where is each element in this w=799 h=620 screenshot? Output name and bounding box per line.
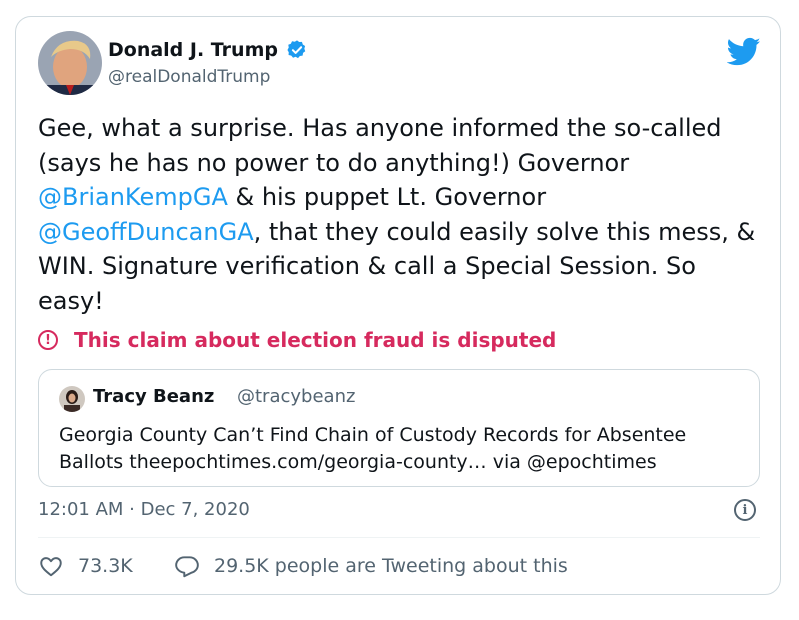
disputed-claim-label[interactable]: ! This claim about election fraud is dis… bbox=[38, 327, 556, 353]
verified-badge-icon bbox=[287, 40, 306, 59]
info-icon[interactable]: i bbox=[734, 499, 756, 521]
like-button[interactable]: 73.3K bbox=[38, 553, 133, 579]
quote-avatar[interactable] bbox=[59, 386, 85, 412]
author-name[interactable]: Donald J. Trump bbox=[108, 39, 278, 61]
heart-icon bbox=[40, 557, 62, 577]
tweet-text-part-1: Gee, what a surprise. Has anyone informe… bbox=[38, 114, 722, 177]
tweeting-count: 29.5K people are Tweeting about this bbox=[214, 555, 568, 577]
tweet-text: Gee, what a surprise. Has anyone informe… bbox=[38, 111, 758, 318]
mention-link-brian-kemp[interactable]: @BrianKempGA bbox=[38, 183, 228, 211]
author-handle[interactable]: @realDonaldTrump bbox=[108, 67, 270, 87]
speech-bubble-icon bbox=[175, 556, 199, 578]
quote-author-name[interactable]: Tracy Beanz bbox=[93, 386, 214, 407]
mention-link-geoff-duncan[interactable]: @GeoffDuncanGA bbox=[38, 218, 254, 246]
tweet-timestamp[interactable]: 12:01 AM · Dec 7, 2020 bbox=[38, 499, 250, 520]
disputed-label-text: This claim about election fraud is dispu… bbox=[74, 328, 557, 352]
quoted-tweet[interactable]: Tracy Beanz @tracybeanz Georgia County C… bbox=[38, 369, 760, 487]
exclamation-circle-icon: ! bbox=[38, 330, 58, 350]
tweet-card: Donald J. Trump @realDonaldTrump Gee, wh… bbox=[15, 16, 781, 595]
twitter-bird-icon[interactable] bbox=[727, 37, 761, 67]
divider bbox=[38, 537, 760, 538]
quote-text: Georgia County Can’t Find Chain of Custo… bbox=[59, 424, 687, 473]
tweet-text-part-2: & his puppet Lt. Governor bbox=[227, 183, 547, 211]
avatar[interactable] bbox=[38, 31, 102, 95]
reply-button[interactable]: 29.5K people are Tweeting about this bbox=[174, 553, 568, 579]
quote-author-handle[interactable]: @tracybeanz bbox=[237, 386, 355, 407]
like-count: 73.3K bbox=[78, 555, 133, 577]
